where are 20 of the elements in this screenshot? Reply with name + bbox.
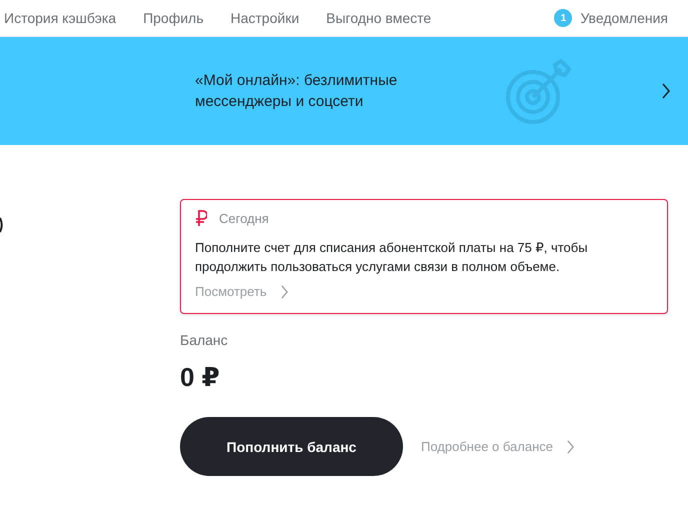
notification-count: 1 [554, 9, 572, 27]
target-icon [505, 57, 573, 125]
banner-text: «Мой онлайн»: безлимитные мессенджеры и соцсети [195, 71, 398, 112]
notifications-link[interactable]: Уведомления [580, 10, 668, 26]
top-up-button[interactable]: Пополнить баланс [180, 417, 403, 476]
ruble-icon [195, 210, 207, 226]
nav-link[interactable]: История кэшбэка [4, 10, 116, 26]
balance-label: Баланс [180, 332, 229, 348]
promo-banner[interactable]: «Мой онлайн»: безлимитные мессенджеры и соцсети [0, 37, 688, 145]
alert-message: Пополните счет для списания абонентской платы на 75 ₽, чтобы продолжить пользоваться услугами связи в полном объеме. [195, 239, 589, 276]
nav-link[interactable]: Выгодно вместе [326, 10, 432, 26]
balance-amount: 0 ₽ [180, 362, 221, 393]
chevron-icon [566, 440, 574, 454]
nav-link[interactable]: Профиль [143, 10, 204, 26]
balance-details-link[interactable]: Подробнее о балансе [421, 439, 574, 454]
nav-link[interactable]: Настройки [230, 10, 300, 26]
alert-date: Сегодня [219, 210, 269, 226]
view-link[interactable]: Посмотреть [195, 284, 653, 299]
chevron-icon [280, 284, 288, 298]
chevron-icon [662, 83, 670, 99]
